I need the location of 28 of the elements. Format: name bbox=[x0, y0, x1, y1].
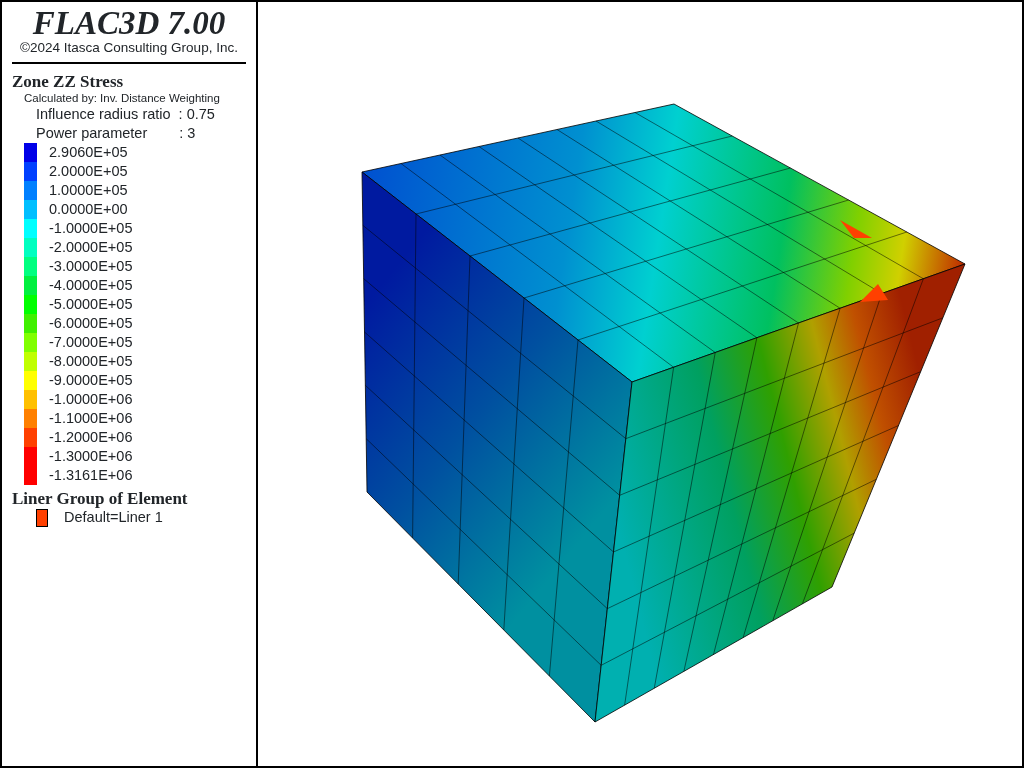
legend-value: -6.0000E+05 bbox=[49, 314, 133, 333]
method-text: Calculated by: Inv. Distance Weighting bbox=[24, 91, 221, 105]
legend-value: -7.0000E+05 bbox=[49, 333, 133, 352]
program-title: FLAC3D 7.00 bbox=[31, 6, 227, 40]
legend-value: -3.0000E+05 bbox=[49, 257, 133, 276]
legend-value: -2.0000E+05 bbox=[49, 238, 133, 257]
legend-label: Default=Liner 1 bbox=[64, 508, 163, 527]
legend-value: -8.0000E+05 bbox=[49, 352, 133, 371]
legend-value: -1.2000E+06 bbox=[49, 428, 133, 447]
legend-title: Zone ZZ Stress bbox=[12, 72, 125, 91]
legend-value: -1.0000E+05 bbox=[49, 219, 133, 238]
legend-value: 1.0000E+05 bbox=[49, 181, 128, 200]
parameter-label: Influence radius ratio bbox=[36, 105, 171, 124]
legend-value: -1.3161E+06 bbox=[49, 466, 133, 485]
legend-value: 2.0000E+05 bbox=[49, 162, 128, 181]
parameter-value: : 0.75 bbox=[178, 105, 215, 124]
parameter-value: : 3 bbox=[179, 124, 196, 143]
copyright-text: ©2024 Itasca Consulting Group, Inc. bbox=[19, 40, 239, 56]
legend-value: -1.1000E+06 bbox=[49, 409, 133, 428]
legend-value: 2.9060E+05 bbox=[49, 143, 128, 162]
legend-value: -9.0000E+05 bbox=[49, 371, 133, 390]
legend-value: 0.0000E+00 bbox=[49, 200, 128, 219]
parameter-label: Power parameter bbox=[36, 124, 148, 143]
legend-value: -5.0000E+05 bbox=[49, 295, 133, 314]
legend-value: -4.0000E+05 bbox=[49, 276, 133, 295]
legend-value: -1.0000E+06 bbox=[49, 390, 133, 409]
legend-value: -1.3000E+06 bbox=[49, 447, 133, 466]
legend-title: Liner Group of Element bbox=[12, 489, 189, 508]
